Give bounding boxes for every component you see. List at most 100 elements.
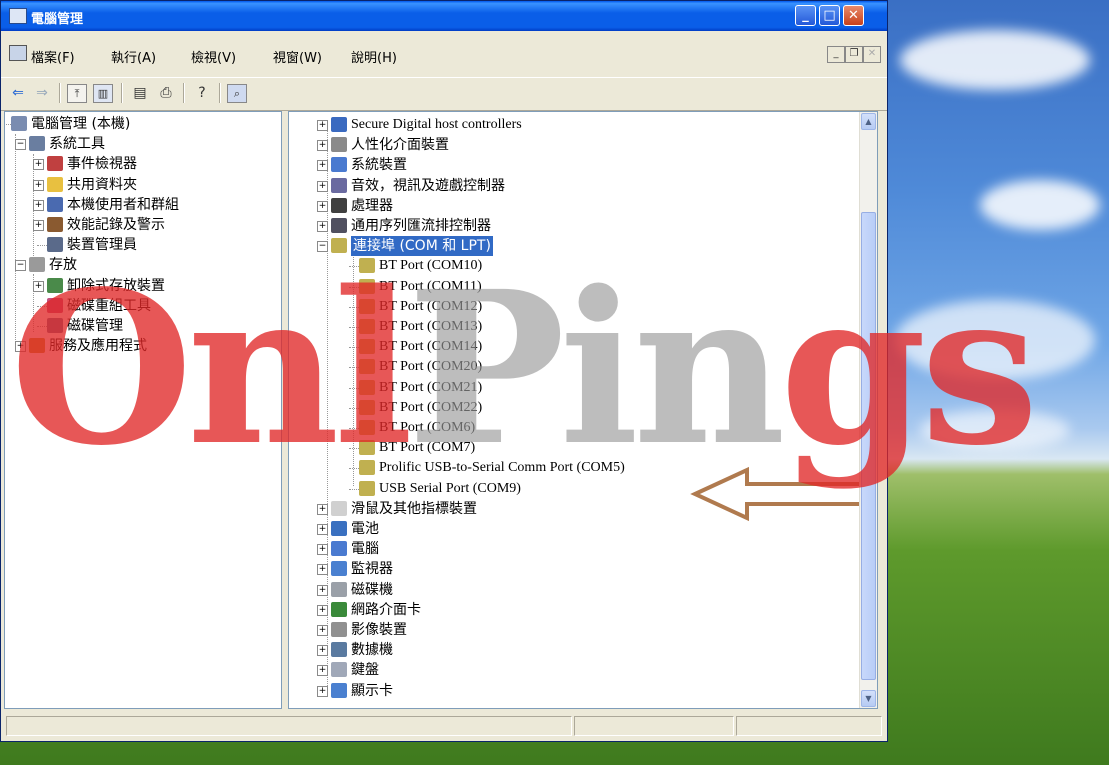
device-tree-item[interactable]: + 影像裝置 [289,620,859,640]
device-tree-item[interactable]: + Secure Digital host controllers [289,115,859,135]
device-tree-item[interactable]: BT Port (COM14) [289,337,859,357]
expand-icon[interactable]: + [317,564,328,576]
console-tree-item[interactable]: 磁碟管理 [5,316,277,336]
minimize-button[interactable]: _ [795,5,816,26]
expand-icon[interactable]: + [317,665,328,677]
expand-icon[interactable]: + [317,524,328,535]
device-tree-item[interactable]: BT Port (COM6) [289,418,859,438]
device-tree-item[interactable]: − 連接埠 (COM 和 LPT) [289,236,859,257]
toolbar: ⇐ ⇒ ⤒ ▥ ▤ ⎙ ? ⌕ [1,77,887,111]
expand-icon[interactable]: + [317,140,328,152]
back-arrow-icon[interactable]: ⇐ [7,83,29,103]
device-tree-item[interactable]: + 電腦 [289,539,859,559]
device-tree-item[interactable]: + 磁碟機 [289,580,859,600]
console-tree-item[interactable]: + 效能記錄及警示 [5,215,277,235]
disk-drive-icon [331,581,347,597]
collapse-icon[interactable]: − [15,139,26,151]
usb-controller-icon [331,218,347,233]
tree-item-label: 數據機 [351,642,393,659]
mmc-document-icon[interactable] [9,45,27,61]
expand-icon[interactable]: + [317,604,328,616]
port-icon [359,460,375,476]
expand-icon[interactable]: + [33,280,44,292]
console-tree-item[interactable]: + 事件檢視器 [5,154,277,174]
properties-icon[interactable]: ▤ [129,83,151,103]
expand-icon[interactable]: + [317,180,328,192]
forward-arrow-icon[interactable]: ⇒ [31,83,53,103]
device-tree-item[interactable]: + 音效，視訊及遊戲控制器 [289,176,859,196]
menu-window[interactable]: 視窗(W) [273,47,322,66]
expand-icon[interactable]: + [33,159,44,171]
device-tree-item[interactable]: + 監視器 [289,559,859,579]
console-tree-item[interactable]: 裝置管理員 [5,235,277,255]
scroll-thumb[interactable] [861,212,876,680]
console-tree-item[interactable]: − 系統工具 [5,134,277,154]
device-tree-item[interactable]: + 鍵盤 [289,660,859,680]
menu-help[interactable]: 說明(H) [351,47,397,66]
close-button[interactable]: ✕ [843,5,864,26]
collapse-icon[interactable]: − [317,241,328,253]
device-tree-item[interactable]: BT Port (COM7) [289,438,859,458]
device-tree-item[interactable]: + 系統裝置 [289,155,859,175]
battery-icon [331,521,347,536]
console-tree-item[interactable]: 電腦管理 (本機) [5,114,277,134]
expand-icon[interactable]: + [317,625,328,636]
expand-icon[interactable]: + [317,584,328,596]
device-tree-item[interactable]: + 網路介面卡 [289,600,859,620]
tree-connector [349,286,359,288]
device-tree-item[interactable]: BT Port (COM21) [289,378,859,398]
show-hide-tree-icon[interactable]: ▥ [93,84,113,103]
expand-icon[interactable]: + [33,199,44,211]
expand-icon[interactable]: + [317,160,328,172]
device-tree-item[interactable]: BT Port (COM22) [289,398,859,418]
help-icon[interactable]: ? [191,83,213,103]
device-tree-item[interactable]: + 顯示卡 [289,681,859,701]
expand-icon[interactable]: + [317,544,328,556]
device-tree-item[interactable]: BT Port (COM11) [289,277,859,297]
device-tree-item[interactable]: BT Port (COM13) [289,317,859,337]
device-tree-item[interactable]: + 處理器 [289,196,859,216]
vertical-scrollbar[interactable]: ▲ ▼ [859,112,877,708]
device-tree-item[interactable]: + 通用序列匯流排控制器 [289,216,859,236]
print-icon[interactable]: ⎙ [155,83,177,103]
expand-icon[interactable]: + [317,200,328,212]
console-tree-item[interactable]: 磁碟重組工具 [5,296,277,316]
expand-icon[interactable]: + [317,645,328,657]
scroll-up-icon[interactable]: ▲ [861,113,876,130]
performance-icon [47,217,63,232]
expand-icon[interactable]: + [33,179,44,191]
device-tree-item[interactable]: BT Port (COM20) [289,357,859,377]
desktop-cloud [895,300,1095,380]
scroll-down-icon[interactable]: ▼ [861,690,876,707]
child-minimize-icon[interactable]: _ [827,46,845,63]
menu-action[interactable]: 執行(A) [111,47,156,66]
child-close-icon[interactable]: ✕ [863,46,881,63]
expand-icon[interactable]: + [317,685,328,697]
console-tree-item[interactable]: + 共用資料夾 [5,175,277,195]
console-tree-item[interactable]: + 服務及應用程式 [5,336,277,356]
title-bar[interactable]: 電腦管理 _ □ ✕ [1,1,887,31]
device-tree-pane[interactable]: + Secure Digital host controllers + 人性化介面裝置… [288,111,878,709]
scan-hardware-icon[interactable]: ⌕ [227,84,247,103]
child-restore-icon[interactable]: ❐ [845,46,863,63]
menu-view[interactable]: 檢視(V) [191,47,236,66]
expand-icon[interactable]: + [317,503,328,515]
tree-item-label: BT Port (COM12) [379,298,483,314]
device-tree-item[interactable]: BT Port (COM10) [289,256,859,276]
console-tree-pane[interactable]: 電腦管理 (本機) − 系統工具 + 事件檢視器 + 共用資料夾 + 本機使用者和群組 + 效能記錄… [4,111,282,709]
modem-icon [331,642,347,658]
device-tree-item[interactable]: + 人性化介面裝置 [289,135,859,155]
device-tree-item[interactable]: + 數據機 [289,640,859,660]
expand-icon[interactable]: + [317,120,328,131]
collapse-icon[interactable]: − [15,260,26,272]
console-tree-item[interactable]: + 本機使用者和群組 [5,195,277,215]
up-one-level-icon[interactable]: ⤒ [67,84,87,103]
console-tree-item[interactable]: + 卸除式存放裝置 [5,276,277,296]
expand-icon[interactable]: + [317,221,328,232]
expand-icon[interactable]: + [33,220,44,231]
menu-file[interactable]: 檔案(F) [31,47,75,66]
console-tree-item[interactable]: − 存放 [5,255,277,275]
maximize-button[interactable]: □ [819,5,840,26]
expand-icon[interactable]: + [15,341,26,353]
device-tree-item[interactable]: BT Port (COM12) [289,297,859,317]
